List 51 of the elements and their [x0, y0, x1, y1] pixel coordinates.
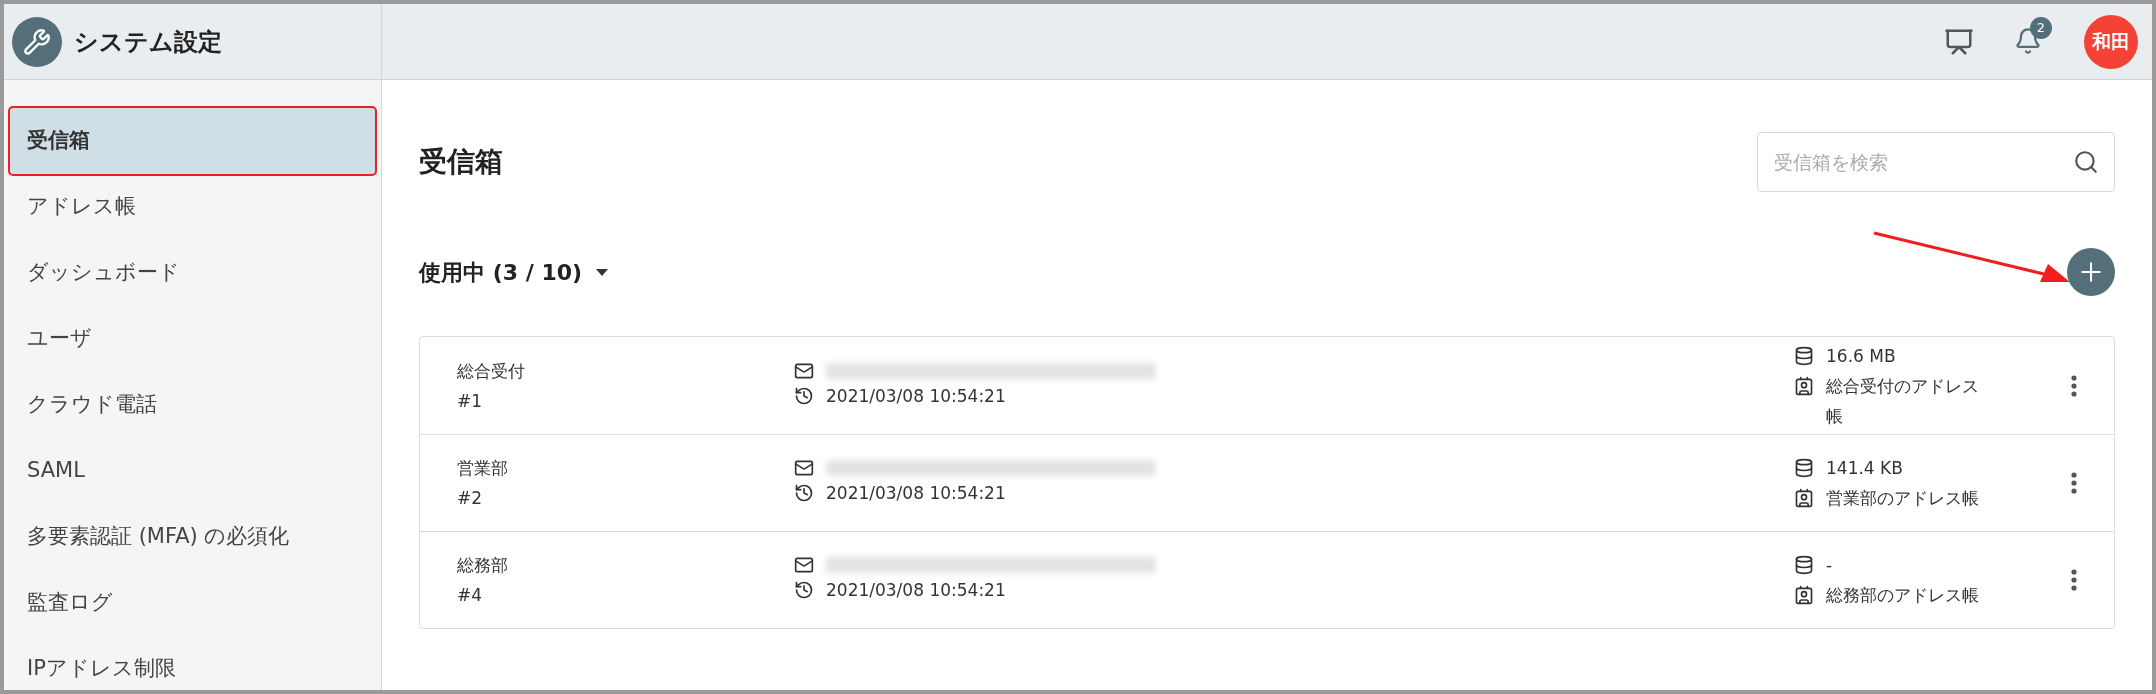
sidebar-item[interactable]: 監査ログ [8, 570, 377, 636]
inbox-name: 営業部 [457, 457, 509, 480]
inbox-row[interactable]: 総務部 #4 2021/03/08 10:54:21 - 総務部のアドレス帳 [420, 531, 2114, 628]
inbox-name: 総務部 [457, 554, 509, 577]
mail-icon [794, 458, 814, 478]
add-button[interactable] [2067, 248, 2115, 296]
address-book-name: 総合受付のアドレス帳 [1826, 374, 1980, 428]
search-field[interactable]: 受信箱を検索 [1757, 132, 2115, 192]
kebab-icon [2071, 374, 2077, 397]
inbox-row[interactable]: 総合受付 #1 2021/03/08 10:54:21 16.6 MB 総合受付のアドレス帳 [420, 337, 2114, 434]
sidebar-item[interactable]: 受信箱 [8, 106, 377, 176]
storage-size: 141.4 KB [1826, 457, 1903, 480]
sidebar-item[interactable]: クラウド電話 [8, 372, 377, 438]
address-book-icon [1794, 488, 1814, 508]
history-icon [794, 580, 814, 600]
mail-icon [794, 555, 814, 575]
user-avatar[interactable]: 和田 [2084, 14, 2138, 69]
storage-icon [1794, 458, 1814, 478]
app-title: システム設定 [74, 26, 222, 58]
address-book-name: 総務部のアドレス帳 [1826, 584, 1980, 607]
sidebar-item[interactable]: アドレス帳 [8, 174, 377, 240]
address-book-icon [1794, 375, 1814, 396]
sidebar-item[interactable]: 多要素認証 (MFA) の必須化 [8, 504, 377, 570]
search-icon[interactable] [2073, 149, 2099, 175]
storage-icon [1794, 555, 1814, 575]
history-icon [794, 385, 814, 406]
inbox-number: #2 [457, 487, 484, 510]
kebab-icon [2071, 472, 2077, 494]
inbox-number: #1 [457, 389, 484, 413]
tools-icon [12, 16, 62, 67]
kebab-icon [2071, 569, 2077, 591]
updated-time: 2021/03/08 10:54:21 [826, 579, 1006, 602]
storage-size: - [1826, 554, 1833, 577]
inbox-row[interactable]: 営業部 #2 2021/03/08 10:54:21 141.4 KB 営業部のアドレス帳 [420, 434, 2114, 531]
updated-time: 2021/03/08 10:54:21 [826, 384, 1006, 408]
sidebar-item[interactable]: IPアドレス制限 [8, 636, 377, 690]
sidebar-item[interactable]: ユーザ [8, 306, 377, 372]
storage-size: 16.6 MB [1826, 344, 1896, 368]
address-book-name: 営業部のアドレス帳 [1826, 487, 1980, 510]
updated-time: 2021/03/08 10:54:21 [826, 482, 1006, 505]
page-title: 受信箱 [419, 144, 503, 180]
inbox-number: #4 [457, 584, 484, 607]
sidebar-item[interactable]: SAML [8, 438, 377, 504]
history-icon [794, 483, 814, 503]
section-dropdown[interactable]: 使用中 (3 / 10) [419, 255, 609, 289]
storage-icon [1794, 345, 1814, 366]
notification-badge: 2 [2030, 16, 2052, 39]
caret-icon [596, 268, 609, 276]
address-book-icon [1794, 585, 1814, 605]
inbox-name: 総合受付 [457, 359, 526, 383]
sidebar-item[interactable]: ダッシュボード [8, 240, 377, 306]
